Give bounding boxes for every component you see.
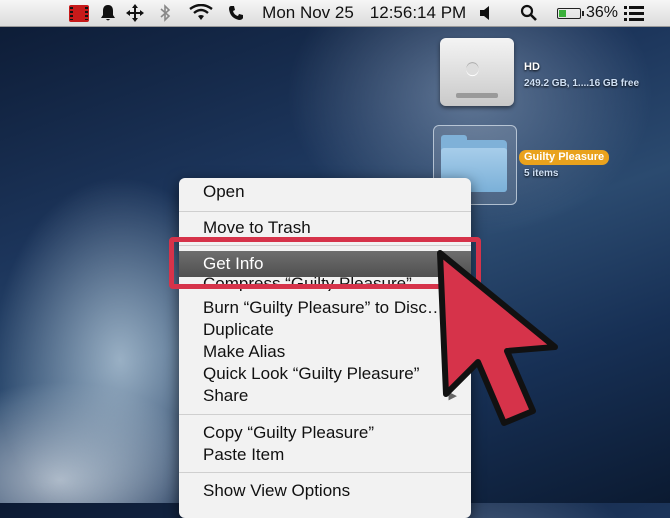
cursor-arrow-icon: [437, 250, 558, 426]
